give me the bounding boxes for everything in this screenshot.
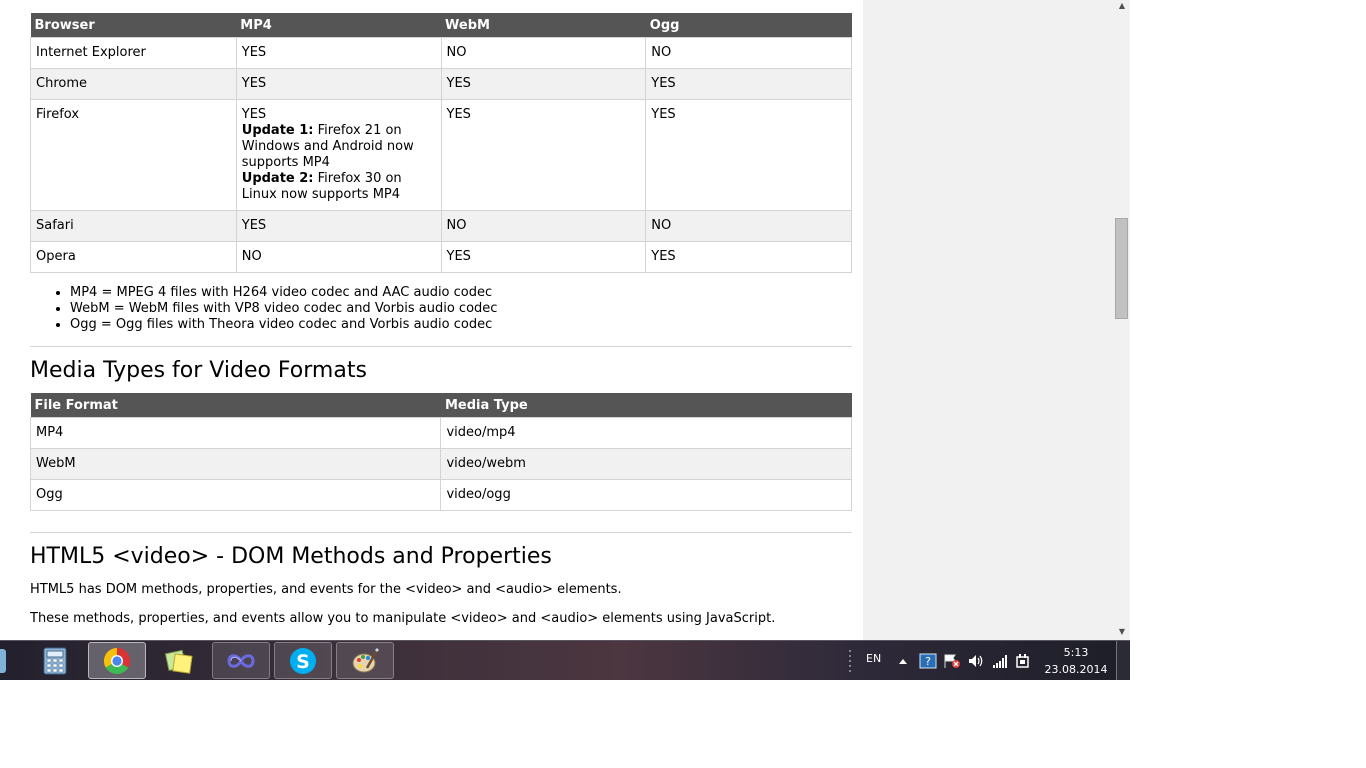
cell-browser: Internet Explorer — [30, 37, 237, 69]
list-item: Ogg = Ogg files with Theora video codec … — [70, 317, 497, 333]
header-webm: WebM — [441, 13, 646, 38]
tray-action-center[interactable]: ? — [919, 641, 937, 680]
network-device-icon: ? — [919, 653, 937, 669]
speaker-icon — [969, 655, 983, 667]
cell-webm: NO — [440, 210, 647, 242]
cell-webm: YES — [440, 99, 647, 211]
scrollbar-thumb[interactable] — [1115, 218, 1128, 319]
list-item: MP4 = MPEG 4 files with H264 video codec… — [70, 285, 497, 301]
header-browser: Browser — [30, 13, 237, 38]
header-media-type: Media Type — [440, 393, 852, 418]
vertical-scrollbar[interactable]: ▲ ▼ — [1114, 0, 1130, 640]
sticky-notes-icon — [164, 649, 193, 674]
web-page: Browser MP4 WebM Ogg Internet Explorer Y… — [0, 0, 863, 640]
table-row: Ogg video/ogg — [29, 479, 852, 511]
show-desktop-button[interactable] — [1116, 641, 1130, 680]
cell-webm: NO — [440, 37, 647, 69]
dom-paragraph-2: These methods, properties, and events al… — [30, 611, 776, 626]
tray-power[interactable] — [1014, 641, 1032, 680]
section-divider — [30, 532, 852, 533]
update1-label: Update 1: — [241, 123, 314, 138]
paint-icon — [352, 647, 380, 672]
tray-volume[interactable] — [967, 641, 985, 680]
table-row: Firefox YES Update 1: Firefox 21 on Wind… — [30, 99, 852, 211]
taskbar-app-chrome[interactable] — [88, 642, 146, 679]
svg-text:S: S — [296, 651, 310, 673]
taskbar: S EN ? 5:13 23.08.2014 — [0, 640, 1130, 680]
header-file-format: File Format — [30, 393, 441, 418]
show-hidden-icons-button[interactable] — [898, 641, 908, 680]
clock-time: 5:13 — [1063, 646, 1089, 659]
taskbar-app-calculator[interactable] — [26, 642, 84, 679]
cell-mp4: NO — [235, 241, 442, 273]
section-divider — [30, 346, 852, 347]
cell-mp4: YES — [235, 68, 442, 100]
cell-type: video/webm — [440, 448, 852, 480]
cell-format: Ogg — [29, 479, 442, 511]
system-clock[interactable]: 5:13 23.08.2014 — [1040, 644, 1112, 678]
taskbar-app-sticky-notes[interactable] — [150, 642, 208, 679]
table-row: Safari YES NO NO — [30, 210, 852, 242]
table-row: Chrome YES YES YES — [30, 68, 852, 100]
header-mp4: MP4 — [236, 13, 442, 38]
table-header-row: File Format Media Type — [30, 393, 852, 418]
cell-type: video/ogg — [440, 479, 852, 511]
cell-type: video/mp4 — [440, 417, 852, 449]
cell-browser: Firefox — [30, 99, 237, 211]
list-item: WebM = WebM files with VP8 video codec a… — [70, 301, 497, 317]
browser-support-table: Browser MP4 WebM Ogg Internet Explorer Y… — [30, 13, 852, 273]
signal-bars-icon — [993, 655, 1007, 668]
cell-ogg: YES — [645, 68, 852, 100]
mp4-support-value: YES — [241, 107, 267, 122]
power-plug-icon — [1016, 654, 1029, 668]
cell-format: WebM — [29, 448, 442, 480]
table-row: MP4 video/mp4 — [29, 417, 852, 449]
tray-grip — [848, 641, 856, 680]
svg-text:?: ? — [925, 655, 931, 668]
cell-ogg: NO — [645, 37, 852, 69]
media-types-table: File Format Media Type MP4 video/mp4 Web… — [29, 393, 852, 511]
cell-format: MP4 — [29, 417, 442, 449]
flag-error-icon — [944, 654, 960, 668]
scroll-up-arrow-icon[interactable]: ▲ — [1114, 0, 1130, 12]
update2-label: Update 2: — [241, 171, 314, 186]
cell-ogg: YES — [645, 241, 852, 273]
cell-mp4: YES — [235, 210, 442, 242]
chevron-up-icon — [899, 659, 907, 664]
table-row: Opera NO YES YES — [30, 241, 852, 273]
screen: Browser MP4 WebM Ogg Internet Explorer Y… — [0, 0, 1130, 680]
media-types-heading: Media Types for Video Formats — [30, 358, 367, 383]
cell-browser: Opera — [30, 241, 237, 273]
cell-mp4: YES — [235, 37, 442, 69]
cell-mp4: YES Update 1: Firefox 21 on Windows and … — [235, 99, 442, 211]
dom-paragraph-1: HTML5 has DOM methods, properties, and e… — [30, 582, 622, 597]
tray-signal[interactable] — [991, 641, 1009, 680]
cell-webm: YES — [440, 68, 647, 100]
skype-icon: S — [290, 647, 316, 674]
table-row: WebM video/webm — [29, 448, 852, 480]
cell-browser: Chrome — [30, 68, 237, 100]
cell-ogg: NO — [645, 210, 852, 242]
cell-ogg: YES — [645, 99, 852, 211]
chrome-icon — [103, 647, 131, 674]
calculator-icon — [43, 647, 67, 674]
grip-icon — [849, 650, 851, 672]
right-side-panel — [863, 0, 1114, 640]
clock-date: 23.08.2014 — [1044, 663, 1108, 676]
start-button-edge[interactable] — [0, 649, 6, 673]
taskbar-app-infinity[interactable] — [212, 642, 270, 679]
codec-notes-list: MP4 = MPEG 4 files with H264 video codec… — [30, 285, 497, 333]
taskbar-app-skype[interactable]: S — [274, 642, 332, 679]
cell-webm: YES — [440, 241, 647, 273]
language-indicator[interactable]: EN — [866, 638, 881, 678]
taskbar-app-paint[interactable] — [336, 642, 394, 679]
cell-browser: Safari — [30, 210, 237, 242]
infinity-icon — [227, 653, 255, 668]
dom-section-heading: HTML5 <video> - DOM Methods and Properti… — [30, 544, 552, 569]
scroll-down-arrow-icon[interactable]: ▼ — [1114, 626, 1130, 638]
tray-flag[interactable] — [943, 641, 961, 680]
table-row: Internet Explorer YES NO NO — [30, 37, 852, 69]
header-ogg: Ogg — [645, 13, 852, 38]
table-header-row: Browser MP4 WebM Ogg — [30, 13, 852, 38]
